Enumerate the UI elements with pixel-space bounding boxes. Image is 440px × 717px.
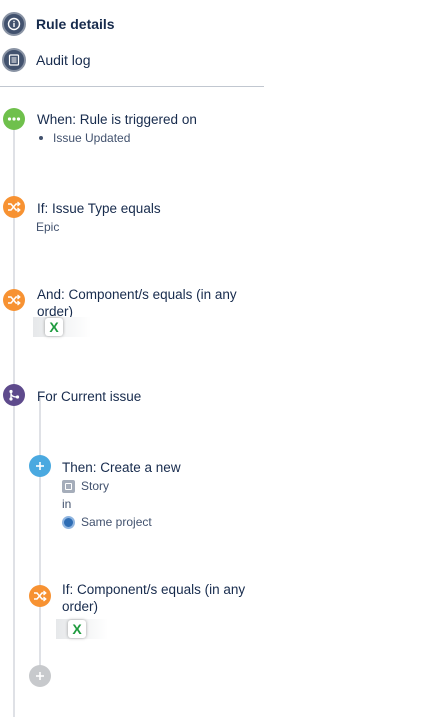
nav-audit-log-label: Audit log bbox=[36, 52, 91, 68]
create-project: Same project bbox=[62, 515, 152, 529]
component-condition-2-title-line1: If: Component/s equals (in any bbox=[62, 582, 246, 597]
issue-type-condition-node[interactable] bbox=[3, 196, 25, 218]
bullet bbox=[39, 136, 43, 140]
info-icon bbox=[2, 12, 26, 36]
shuffle-icon bbox=[34, 590, 47, 602]
excel-x-icon: X bbox=[45, 318, 63, 336]
nav-audit-log[interactable]: Audit log bbox=[0, 48, 90, 72]
component-condition-2-title[interactable]: If: Component/s equals (in any order) bbox=[62, 581, 245, 615]
create-issue-type-label: Story bbox=[81, 479, 110, 493]
create-connector: in bbox=[62, 497, 72, 511]
issue-type-value: Epic bbox=[36, 220, 60, 234]
trigger-node[interactable] bbox=[3, 108, 25, 130]
create-action-title[interactable]: Then: Create a new bbox=[62, 459, 181, 476]
plus-icon bbox=[36, 462, 44, 470]
more-dots-icon bbox=[7, 117, 21, 121]
nav-divider bbox=[0, 86, 264, 87]
shuffle-icon bbox=[8, 201, 21, 213]
component-condition-node[interactable] bbox=[3, 289, 25, 311]
component-condition-title[interactable]: And: Component/s equals (in any order) bbox=[37, 286, 237, 320]
branch-title[interactable]: For Current issue bbox=[37, 388, 141, 405]
create-action-node[interactable] bbox=[29, 455, 51, 477]
excel-x-icon: X bbox=[68, 620, 86, 638]
branch-icon bbox=[9, 389, 20, 401]
component-condition-2-title-line2: order) bbox=[62, 599, 99, 614]
nav-rule-details-label: Rule details bbox=[36, 16, 115, 32]
component-chip: X bbox=[33, 317, 91, 337]
create-project-label: Same project bbox=[81, 515, 152, 529]
trigger-item-label: Issue Updated bbox=[53, 131, 131, 145]
plus-icon bbox=[36, 672, 44, 680]
create-issue-type: Story bbox=[62, 479, 109, 493]
story-icon bbox=[62, 479, 75, 493]
shuffle-icon bbox=[8, 294, 21, 306]
component-condition-title-line1: And: Component/s equals (in any bbox=[37, 287, 237, 302]
branch-timeline-line bbox=[39, 398, 41, 678]
list-icon bbox=[2, 48, 26, 72]
component-condition-2-node[interactable] bbox=[29, 585, 51, 607]
trigger-item: Issue Updated bbox=[39, 131, 130, 145]
branch-node[interactable] bbox=[3, 384, 25, 406]
project-icon bbox=[62, 515, 75, 529]
nav-rule-details[interactable]: Rule details bbox=[0, 12, 115, 36]
add-component-button[interactable] bbox=[29, 665, 51, 687]
component-chip-2: X bbox=[56, 619, 108, 639]
trigger-title[interactable]: When: Rule is triggered on bbox=[37, 111, 197, 128]
issue-type-condition-title[interactable]: If: Issue Type equals bbox=[37, 200, 161, 217]
